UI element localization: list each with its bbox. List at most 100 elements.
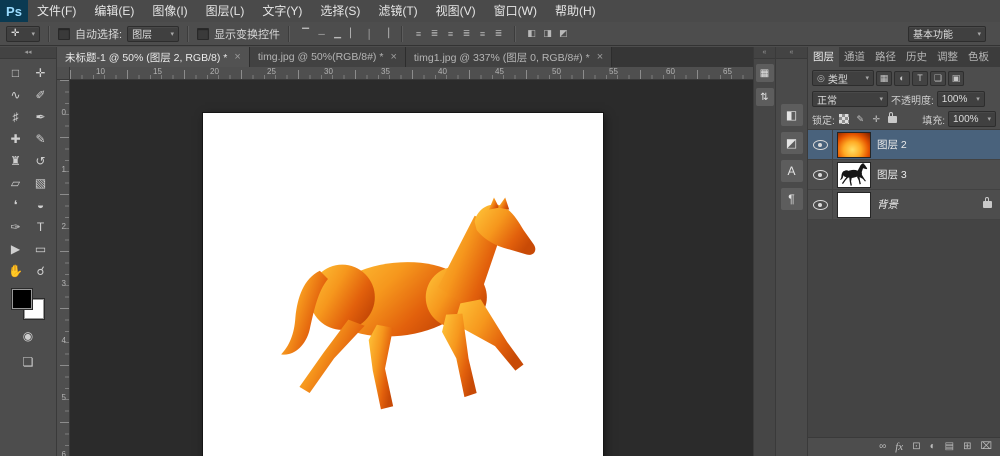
swatches-panel-icon[interactable]: ◧ bbox=[781, 104, 803, 126]
menu-help[interactable]: 帮助(H) bbox=[546, 0, 605, 22]
menu-edit[interactable]: 编辑(E) bbox=[85, 0, 143, 22]
dodge-tool[interactable]: ◒ bbox=[28, 194, 53, 215]
pen-tool[interactable]: ✑ bbox=[3, 216, 28, 237]
type-tool[interactable]: T bbox=[28, 216, 53, 237]
doc-tab-timg1[interactable]: timg1.jpg @ 337% (图层 0, RGB/8#) *× bbox=[406, 47, 612, 67]
zoom-tool[interactable]: ☌ bbox=[28, 260, 53, 281]
align-horizontal-centers-icon[interactable]: │ bbox=[362, 26, 377, 41]
rectangular-marquee-tool[interactable]: □ bbox=[3, 62, 28, 83]
brush-tool[interactable]: ✎ bbox=[28, 128, 53, 149]
fill-dropdown[interactable]: 100% ▾ bbox=[948, 111, 996, 127]
tab-close-icon[interactable]: × bbox=[597, 51, 603, 63]
filter-type-layers-icon[interactable]: T bbox=[912, 71, 928, 86]
tab-paths[interactable]: 路径 bbox=[870, 47, 901, 67]
character-panel-icon[interactable]: A bbox=[781, 160, 803, 182]
path-selection-tool[interactable]: ▶ bbox=[3, 238, 28, 259]
tool-preset-picker[interactable]: ✛ ▾ bbox=[6, 26, 40, 42]
blur-tool[interactable]: ❛ bbox=[3, 194, 28, 215]
tab-close-icon[interactable]: × bbox=[234, 51, 240, 63]
distribute-left-edges-icon[interactable]: ≣ bbox=[459, 26, 474, 41]
filter-shape-layers-icon[interactable]: ❏ bbox=[930, 71, 946, 86]
menu-select[interactable]: 选择(S) bbox=[311, 0, 369, 22]
tab-swatches[interactable]: 色板 bbox=[963, 47, 994, 67]
move-tool[interactable]: ✛ bbox=[28, 62, 53, 83]
hand-tool[interactable]: ✋ bbox=[3, 260, 28, 281]
tab-close-icon[interactable]: × bbox=[390, 51, 396, 63]
quick-mask-mode-button[interactable]: ◉ bbox=[23, 325, 33, 346]
eyedropper-tool[interactable]: ✒ bbox=[28, 106, 53, 127]
spot-healing-brush-tool[interactable]: ✚ bbox=[3, 128, 28, 149]
layer-row[interactable]: 图层 3 bbox=[808, 160, 1000, 190]
layer-row[interactable]: 背景 bbox=[808, 190, 1000, 220]
eraser-tool[interactable]: ▱ bbox=[3, 172, 28, 193]
menu-filter[interactable]: 滤镜(T) bbox=[369, 0, 426, 22]
tab-layers[interactable]: 图层 bbox=[808, 47, 839, 67]
align-top-edges-icon[interactable]: ▔ bbox=[298, 26, 313, 41]
align-bottom-edges-icon[interactable]: ▁ bbox=[330, 26, 345, 41]
info-panel-icon[interactable]: ▦ bbox=[756, 64, 774, 82]
tab-channels[interactable]: 通道 bbox=[839, 47, 870, 67]
new-adjustment-layer-icon[interactable]: ◐ bbox=[930, 442, 936, 452]
clone-stamp-tool[interactable]: ♜ bbox=[3, 150, 28, 171]
lock-transparent-pixels-icon[interactable] bbox=[838, 113, 851, 126]
layer-name[interactable]: 背景 bbox=[877, 197, 898, 212]
horizontal-ruler[interactable]: 101520253035404550556065 bbox=[70, 67, 753, 80]
styles-panel-icon[interactable]: ◩ bbox=[781, 132, 803, 154]
delete-layer-icon[interactable]: ⌧ bbox=[980, 442, 992, 452]
align-vertical-centers-icon[interactable]: ─ bbox=[314, 26, 329, 41]
opacity-dropdown[interactable]: 100% ▾ bbox=[937, 91, 985, 107]
rectangle-tool[interactable]: ▭ bbox=[28, 238, 53, 259]
distribute-vertical-centers-icon[interactable]: ≣ bbox=[427, 26, 442, 41]
auto-select-target-dropdown[interactable]: 图层 ▾ bbox=[127, 26, 179, 42]
properties-panel-icon[interactable]: ⇅ bbox=[756, 88, 774, 106]
filter-smart-objects-icon[interactable]: ▣ bbox=[948, 71, 964, 86]
paragraph-panel-icon[interactable]: ¶ bbox=[781, 188, 803, 210]
layer-name[interactable]: 图层 3 bbox=[877, 167, 907, 182]
dock-collapse-icon[interactable]: « bbox=[776, 47, 807, 59]
workspace-switcher[interactable]: 基本功能 ▾ bbox=[908, 26, 986, 42]
history-brush-tool[interactable]: ↺ bbox=[28, 150, 53, 171]
3d-mode-icon-a[interactable]: ◨ bbox=[540, 26, 555, 41]
align-right-edges-icon[interactable]: ▕ bbox=[378, 26, 393, 41]
menu-window[interactable]: 窗口(W) bbox=[485, 0, 546, 22]
doc-tab-timg[interactable]: timg.jpg @ 50%(RGB/8#) *× bbox=[250, 47, 406, 67]
foreground-color-swatch[interactable] bbox=[12, 289, 32, 309]
lock-position-icon[interactable]: ✛ bbox=[870, 113, 883, 126]
gradient-tool[interactable]: ▧ bbox=[28, 172, 53, 193]
tab-adjustments[interactable]: 调整 bbox=[932, 47, 963, 67]
new-layer-icon[interactable]: ⊞ bbox=[963, 442, 971, 452]
lock-image-pixels-icon[interactable]: ✎ bbox=[854, 113, 867, 126]
doc-tab-untitled-1[interactable]: 未标题-1 @ 50% (图层 2, RGB/8) *× bbox=[57, 47, 250, 67]
filter-pixel-layers-icon[interactable]: ▦ bbox=[876, 71, 892, 86]
quick-selection-tool[interactable]: ✐ bbox=[28, 84, 53, 105]
layer-thumbnail[interactable] bbox=[838, 193, 870, 217]
lasso-tool[interactable]: ∿ bbox=[3, 84, 28, 105]
link-layers-icon[interactable]: ∞ bbox=[879, 442, 886, 452]
menu-type[interactable]: 文字(Y) bbox=[253, 0, 311, 22]
layer-thumbnail[interactable] bbox=[838, 163, 870, 187]
add-layer-mask-icon[interactable]: ⊡ bbox=[912, 442, 920, 452]
layer-filter-kind-dropdown[interactable]: ◎ 类型 ▾ bbox=[812, 70, 874, 86]
document[interactable] bbox=[203, 113, 603, 456]
toolbar-collapse-icon[interactable]: ◂◂ bbox=[0, 47, 56, 59]
show-transform-checkbox[interactable] bbox=[197, 28, 209, 40]
distribute-right-edges-icon[interactable]: ≣ bbox=[491, 26, 506, 41]
menu-file[interactable]: 文件(F) bbox=[28, 0, 85, 22]
auto-align-layers-icon[interactable]: ◧ bbox=[524, 26, 539, 41]
layer-visibility-toggle[interactable] bbox=[808, 190, 833, 219]
distribute-bottom-edges-icon[interactable]: ≡ bbox=[443, 26, 458, 41]
new-group-icon[interactable]: ▤ bbox=[945, 442, 954, 452]
layer-thumbnail[interactable] bbox=[838, 133, 870, 157]
menu-image[interactable]: 图像(I) bbox=[143, 0, 196, 22]
ruler-corner[interactable] bbox=[57, 67, 70, 80]
3d-mode-icon-b[interactable]: ◩ bbox=[556, 26, 571, 41]
blend-mode-dropdown[interactable]: 正常 ▾ bbox=[812, 91, 888, 107]
filter-adjustment-layers-icon[interactable]: ◐ bbox=[894, 71, 910, 86]
menu-layer[interactable]: 图层(L) bbox=[197, 0, 254, 22]
layer-row[interactable]: 图层 2 bbox=[808, 130, 1000, 160]
auto-select-checkbox[interactable] bbox=[58, 28, 70, 40]
layer-visibility-toggle[interactable] bbox=[808, 130, 833, 159]
distribute-top-edges-icon[interactable]: ≡ bbox=[411, 26, 426, 41]
layer-visibility-toggle[interactable] bbox=[808, 160, 833, 189]
tab-history[interactable]: 历史 bbox=[901, 47, 932, 67]
